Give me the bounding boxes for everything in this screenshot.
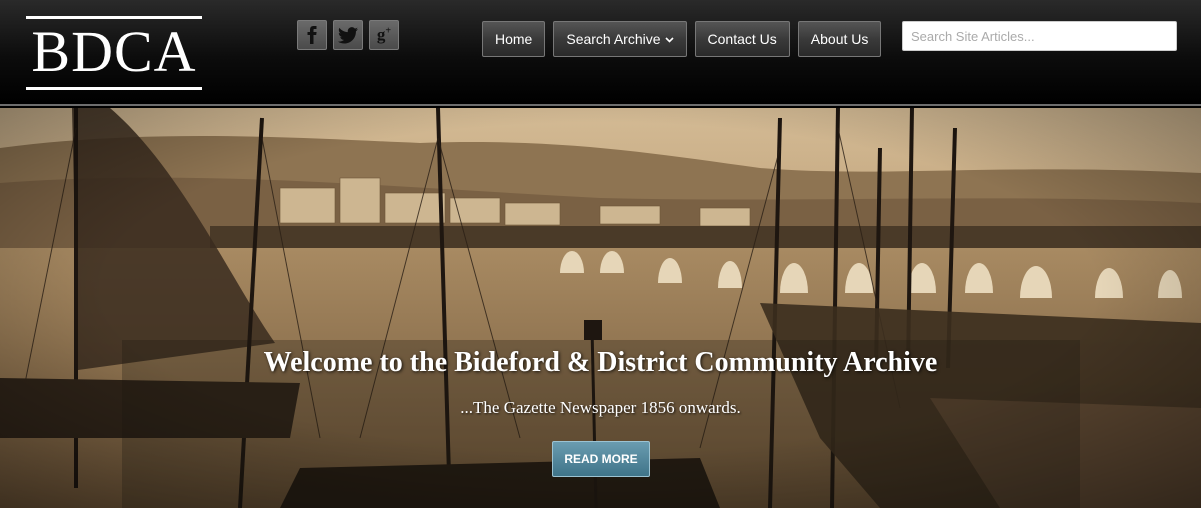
nav-search-archive-button[interactable]: Search Archive xyxy=(553,21,687,57)
nav-contact-button[interactable]: Contact Us xyxy=(694,21,790,57)
nav-home-label: Home xyxy=(495,31,533,47)
nav-about-label: About Us xyxy=(810,31,869,47)
facebook-icon[interactable] xyxy=(297,20,327,50)
main-nav: Home Search Archive Contact Us About Us xyxy=(482,21,889,57)
social-links: g+ xyxy=(297,20,399,50)
search-input[interactable] xyxy=(902,21,1177,51)
chevron-down-icon xyxy=(664,23,674,57)
site-logo[interactable]: BDCA xyxy=(26,16,202,90)
nav-home-button[interactable]: Home xyxy=(482,21,546,57)
nav-contact-label: Contact Us xyxy=(707,31,777,47)
read-more-button[interactable]: READ MORE xyxy=(552,441,650,477)
twitter-icon[interactable] xyxy=(333,20,363,50)
google-plus-icon[interactable]: g+ xyxy=(369,20,399,50)
hero-banner: Welcome to the Bideford & District Commu… xyxy=(0,108,1201,508)
hero-subtitle: ...The Gazette Newspaper 1856 onwards. xyxy=(460,398,741,417)
site-header: BDCA g+ Home Search Archive Contact Us A… xyxy=(0,0,1201,106)
nav-about-button[interactable]: About Us xyxy=(797,21,882,57)
nav-search-archive-label: Search Archive xyxy=(566,31,661,47)
hero-title: Welcome to the Bideford & District Commu… xyxy=(263,347,938,378)
